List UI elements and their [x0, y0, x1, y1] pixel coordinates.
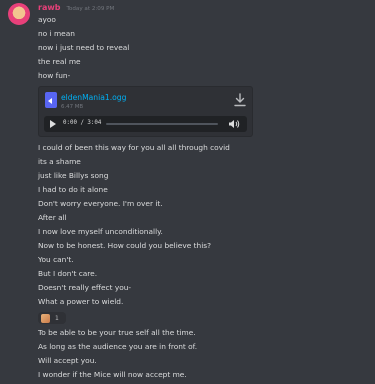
- message-line: I wonder if the Mice will now accept me.: [38, 370, 187, 379]
- audio-attachment: eldenMania1.ogg 6.47 MB 0:00 / 3:04: [38, 86, 253, 137]
- message-line: But I don't care.: [38, 269, 98, 278]
- message-line: I now love myself unconditionally.: [38, 227, 163, 236]
- message-line: I could of been this way for you all all…: [38, 143, 230, 152]
- username[interactable]: rawb: [38, 3, 60, 12]
- message-line: To be able to be your true self all the …: [38, 328, 196, 337]
- message-line: its a shame: [38, 157, 81, 166]
- reaction-button[interactable]: 1: [38, 312, 66, 324]
- message-line: As long as the audience you are in front…: [38, 342, 198, 351]
- play-icon[interactable]: [50, 120, 56, 128]
- message-line: Doesn't really effect you-: [38, 283, 132, 292]
- playback-time: 0:00 / 3:04: [63, 120, 102, 126]
- volume-icon[interactable]: [228, 119, 240, 129]
- user-avatar[interactable]: [8, 3, 30, 25]
- message-line: After all: [38, 213, 67, 222]
- message-line: Will accept you.: [38, 356, 97, 365]
- attachment-file-name[interactable]: eldenMania1.ogg: [61, 93, 126, 102]
- message-line: no i mean: [38, 29, 75, 38]
- message-line: now i just need to reveal: [38, 43, 130, 52]
- message-line: What a power to wield.: [38, 297, 124, 306]
- audio-file-icon: [45, 92, 57, 108]
- message-line: how fun-: [38, 71, 71, 80]
- message-line: You can't.: [38, 255, 74, 264]
- message-line: ayoo: [38, 15, 56, 24]
- message-line: Don't worry everyone. I'm over it.: [38, 199, 163, 208]
- face-emoji-icon: [41, 313, 50, 323]
- audio-player: 0:00 / 3:04: [44, 116, 247, 132]
- message-line: I had to do it alone: [38, 185, 108, 194]
- download-icon[interactable]: [234, 93, 246, 107]
- message-line: Now to be honest. How could you believe …: [38, 241, 212, 250]
- attachment-file-size: 6.47 MB: [61, 104, 84, 110]
- reaction-count: 1: [55, 314, 59, 322]
- message-timestamp: Today at 2:09 PM: [66, 6, 115, 12]
- message-line: the real me: [38, 57, 81, 66]
- message-line: just like Billys song: [38, 171, 109, 180]
- seek-bar[interactable]: [106, 123, 218, 125]
